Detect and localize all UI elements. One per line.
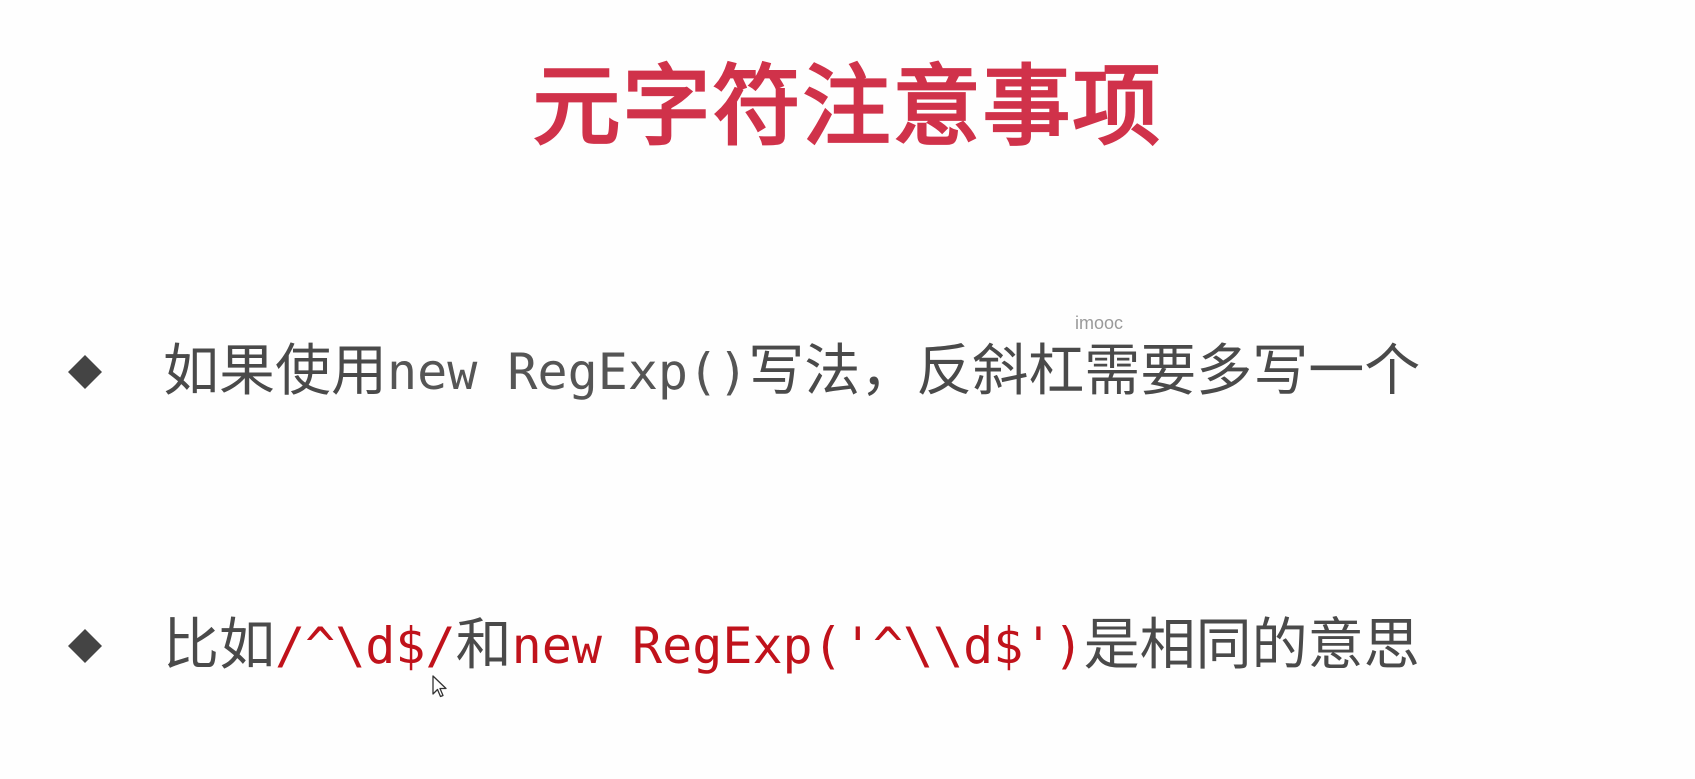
- bullet-2-regexp-constructor: new RegExp('^\\d$'): [511, 617, 1084, 675]
- slide-title: 元字符注意事项: [532, 55, 1163, 158]
- bullet-1-text-part1: 如果使用: [163, 339, 387, 404]
- bullet-item-1: 如果使用 new RegExp() 写法，反斜杠需要多写一个: [62, 332, 1420, 412]
- bullet-1-code: new RegExp(): [387, 343, 749, 401]
- bullet-2-regex-literal: /^\d$/: [275, 617, 456, 675]
- bullet-2-text-part3: 是相同的意思: [1083, 613, 1420, 678]
- bullet-2-text-part1: 比如: [163, 613, 275, 678]
- diamond-bullet-icon: [68, 629, 102, 663]
- mouse-pointer-icon: [432, 675, 448, 699]
- diamond-bullet-icon: [68, 355, 102, 389]
- watermark-text: imooc: [1075, 313, 1124, 333]
- bullet-1-text-part2: 写法，反斜杠需要多写一个: [748, 339, 1421, 404]
- bullet-item-2: 比如/^\d$/和 new RegExp('^\\d$') 是相同的意思: [62, 606, 1420, 686]
- slide: 元字符注意事项 imooc 如果使用 new RegExp() 写法，反斜杠需要多写…: [0, 0, 1695, 779]
- bullet-2-text-part2: 和: [455, 613, 512, 678]
